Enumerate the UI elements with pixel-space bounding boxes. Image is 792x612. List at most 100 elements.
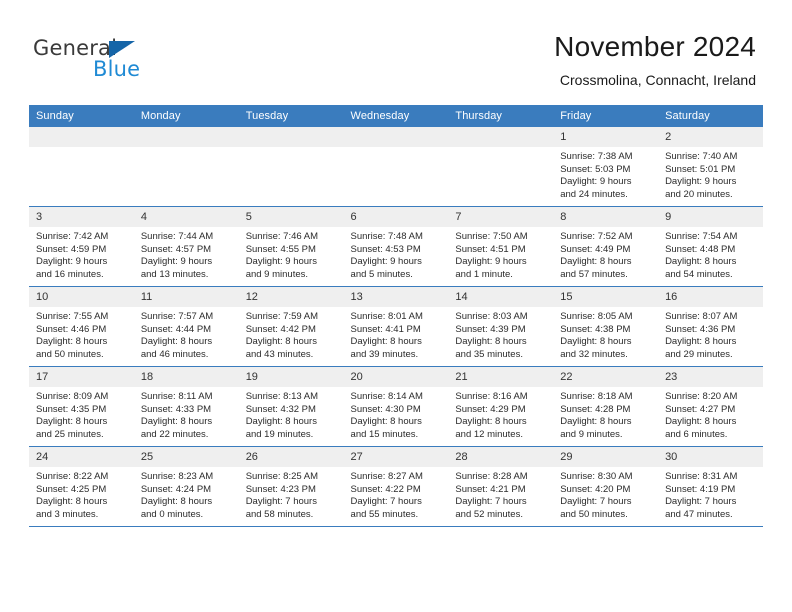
calendar-day-cell[interactable]: 23 Sunrise: 8:20 AM Sunset: 4:27 PM Dayligh… [658,366,763,447]
sunrise-text: Sunrise: 7:55 AM [36,311,109,322]
sunrise-text: Sunrise: 8:13 AM [245,391,319,402]
calendar-day-cell[interactable]: 15 Sunrise: 8:05 AM Sunset: 4:38 PM Dayligh… [553,286,659,367]
calendar-day-cell[interactable]: 16 Sunrise: 8:07 AM Sunset: 4:36 PM Dayligh… [658,286,763,367]
day-number: 24 [29,447,134,467]
daylight-text-line1: Daylight: 7 hours [350,496,422,508]
sunrise-text: Sunrise: 8:03 AM [455,311,528,322]
calendar-day-cell[interactable]: 17 Sunrise: 8:09 AM Sunset: 4:35 PM Dayligh… [29,366,134,447]
calendar-day-cell[interactable]: 1 Sunrise: 7:38 AM Sunset: 5:03 PM Daylight… [553,127,659,207]
calendar-day-cell-empty [133,127,239,207]
day-detail-lines: Sunrise: 8:09 AM Sunset: 4:35 PM Daylight:… [29,387,134,441]
calendar-day-cell[interactable]: 10 Sunrise: 7:55 AM Sunset: 4:46 PM Dayligh… [29,286,134,367]
day-detail-lines: Sunrise: 8:28 AM Sunset: 4:21 PM Daylight:… [448,467,553,521]
calendar-day-cell[interactable]: 6 Sunrise: 7:48 AM Sunset: 4:53 PM Daylight… [343,206,449,287]
daylight-text-line2: and 50 minutes. [560,508,628,520]
calendar-day-cell[interactable]: 7 Sunrise: 7:50 AM Sunset: 4:51 PM Daylight… [448,206,554,287]
calendar-day-cell[interactable]: 8 Sunrise: 7:52 AM Sunset: 4:49 PM Daylight… [553,206,659,287]
day-detail-lines: Sunrise: 8:03 AM Sunset: 4:39 PM Daylight:… [448,307,553,361]
calendar-day-cell[interactable]: 20 Sunrise: 8:14 AM Sunset: 4:30 PM Dayligh… [343,366,449,447]
day-detail-lines: Sunrise: 7:48 AM Sunset: 4:53 PM Daylight:… [344,227,449,281]
daylight-text-line1: Daylight: 9 hours [350,256,422,268]
day-detail-lines: Sunrise: 8:30 AM Sunset: 4:20 PM Daylight:… [553,467,658,521]
day-number: 21 [448,367,554,387]
sunrise-text: Sunrise: 7:59 AM [245,311,319,322]
daylight-text-line2: and 29 minutes. [665,348,733,360]
day-number: 5 [238,207,344,227]
daylight-text-line2: and 9 minutes. [245,268,309,280]
daylight-text-line2: and 50 minutes. [36,348,104,360]
page-subtitle-location: Crossmolina, Connacht, Ireland [559,72,756,88]
calendar-header-row-group: Sunday Monday Tuesday Wednesday Thursday… [29,105,763,127]
sunset-text: Sunset: 4:49 PM [560,243,631,255]
month-calendar-table: Sunday Monday Tuesday Wednesday Thursday… [29,105,763,527]
calendar-day-cell[interactable]: 27 Sunrise: 8:27 AM Sunset: 4:22 PM Dayligh… [343,446,449,527]
sunrise-text: Sunrise: 8:16 AM [455,391,528,402]
daylight-text-line2: and 39 minutes. [350,348,419,360]
general-blue-logo[interactable]: General Blue [33,36,223,86]
sunset-text: Sunset: 5:03 PM [560,163,631,175]
daylight-text-line2: and 5 minutes. [350,268,413,280]
sunrise-text: Sunrise: 8:23 AM [140,471,214,482]
daylight-text-line1: Daylight: 8 hours [560,256,632,268]
sunrise-text: Sunrise: 7:42 AM [36,231,109,242]
daylight-text-line1: Daylight: 8 hours [140,496,213,508]
calendar-day-cell[interactable]: 26 Sunrise: 8:25 AM Sunset: 4:23 PM Dayligh… [238,446,344,527]
calendar-day-cell[interactable]: 5 Sunrise: 7:46 AM Sunset: 4:55 PM Daylight… [238,206,344,287]
sunrise-text: Sunrise: 8:09 AM [36,391,109,402]
weekday-header-monday: Monday [133,105,239,127]
sunrise-text: Sunrise: 8:11 AM [140,391,213,402]
calendar-day-cell[interactable]: 21 Sunrise: 8:16 AM Sunset: 4:29 PM Dayligh… [448,366,554,447]
daylight-text-line2: and 46 minutes. [140,348,209,360]
calendar-day-cell[interactable]: 12 Sunrise: 7:59 AM Sunset: 4:42 PM Dayligh… [238,286,344,367]
day-detail-lines: Sunrise: 7:59 AM Sunset: 4:42 PM Daylight:… [239,307,344,361]
daylight-text-line2: and 1 minute. [455,268,513,280]
day-number: 13 [343,287,449,307]
calendar-day-cell[interactable]: 28 Sunrise: 8:28 AM Sunset: 4:21 PM Dayligh… [448,446,554,527]
day-number: 14 [448,287,554,307]
daylight-text-line1: Daylight: 7 hours [245,496,317,508]
day-number: 16 [658,287,763,307]
calendar-day-cell[interactable]: 3 Sunrise: 7:42 AM Sunset: 4:59 PM Daylight… [29,206,134,287]
day-detail-lines: Sunrise: 7:50 AM Sunset: 4:51 PM Daylight:… [448,227,553,281]
sunset-text: Sunset: 4:38 PM [560,323,631,335]
sunset-text: Sunset: 4:24 PM [140,483,212,495]
daylight-text-line2: and 25 minutes. [36,428,104,440]
day-detail-lines: Sunrise: 7:44 AM Sunset: 4:57 PM Daylight:… [134,227,239,281]
daylight-text-line1: Daylight: 8 hours [245,416,317,428]
calendar-day-cell[interactable]: 13 Sunrise: 8:01 AM Sunset: 4:41 PM Dayligh… [343,286,449,367]
calendar-day-cell[interactable]: 2 Sunrise: 7:40 AM Sunset: 5:01 PM Daylight… [658,127,763,207]
sunset-text: Sunset: 4:23 PM [245,483,316,495]
calendar-day-cell[interactable]: 24 Sunrise: 8:22 AM Sunset: 4:25 PM Dayligh… [29,446,134,527]
calendar-day-cell[interactable]: 19 Sunrise: 8:13 AM Sunset: 4:32 PM Dayligh… [238,366,344,447]
sunset-text: Sunset: 4:20 PM [560,483,631,495]
daylight-text-line1: Daylight: 7 hours [665,496,737,508]
sunset-text: Sunset: 4:57 PM [140,243,212,255]
calendar-page: General Blue November 2024 Crossmolina, … [0,0,792,612]
daylight-text-line1: Daylight: 9 hours [455,256,527,268]
calendar-day-cell[interactable]: 11 Sunrise: 7:57 AM Sunset: 4:44 PM Dayligh… [133,286,239,367]
calendar-day-cell[interactable]: 4 Sunrise: 7:44 AM Sunset: 4:57 PM Daylight… [133,206,239,287]
calendar-day-cell[interactable]: 22 Sunrise: 8:18 AM Sunset: 4:28 PM Dayligh… [553,366,659,447]
calendar-day-cell[interactable]: 9 Sunrise: 7:54 AM Sunset: 4:48 PM Daylight… [658,206,763,287]
sunrise-text: Sunrise: 8:25 AM [245,471,319,482]
weekday-header-wednesday: Wednesday [343,105,449,127]
calendar-day-cell[interactable]: 18 Sunrise: 8:11 AM Sunset: 4:33 PM Dayligh… [133,366,239,447]
calendar-day-cell[interactable]: 30 Sunrise: 8:31 AM Sunset: 4:19 PM Dayligh… [658,446,763,527]
logo-text-blue: Blue [93,57,141,81]
calendar-day-cell[interactable]: 25 Sunrise: 8:23 AM Sunset: 4:24 PM Dayligh… [133,446,239,527]
day-detail-lines: Sunrise: 8:05 AM Sunset: 4:38 PM Daylight:… [553,307,658,361]
day-detail-lines: Sunrise: 8:23 AM Sunset: 4:24 PM Daylight:… [134,467,239,521]
calendar-day-cell[interactable]: 29 Sunrise: 8:30 AM Sunset: 4:20 PM Dayligh… [553,446,659,527]
day-number: 19 [238,367,344,387]
daylight-text-line1: Daylight: 8 hours [455,416,527,428]
daylight-text-line2: and 19 minutes. [245,428,314,440]
day-detail-lines: Sunrise: 8:20 AM Sunset: 4:27 PM Daylight:… [658,387,763,441]
day-number: 20 [343,367,449,387]
calendar-day-cell[interactable]: 14 Sunrise: 8:03 AM Sunset: 4:39 PM Dayligh… [448,286,554,367]
calendar-title-block: November 2024 Crossmolina, Connacht, Ire… [554,30,756,89]
sunset-text: Sunset: 4:19 PM [665,483,736,495]
sunset-text: Sunset: 4:42 PM [245,323,316,335]
sunset-text: Sunset: 4:33 PM [140,403,212,415]
sunrise-text: Sunrise: 7:48 AM [350,231,423,242]
sunrise-text: Sunrise: 7:44 AM [140,231,214,242]
